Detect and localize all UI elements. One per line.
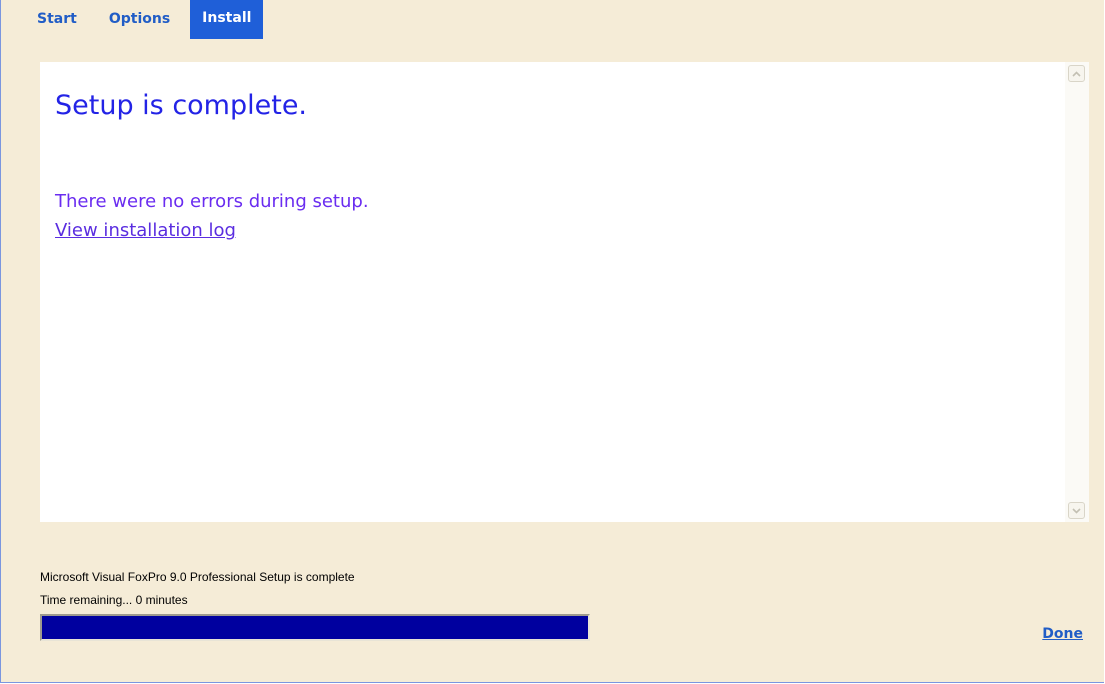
no-errors-message: There were no errors during setup. <box>55 191 369 212</box>
tab-options[interactable]: Options <box>97 0 182 40</box>
scroll-down-arrow-icon <box>1072 507 1081 514</box>
scroll-up-button[interactable] <box>1068 65 1085 82</box>
done-link[interactable]: Done <box>1042 626 1083 642</box>
scroll-down-button[interactable] <box>1068 502 1085 519</box>
status-text: Microsoft Visual FoxPro 9.0 Professional… <box>40 570 355 584</box>
content-panel: Setup is complete. There were no errors … <box>40 62 1089 522</box>
scroll-up-arrow-icon <box>1072 70 1081 77</box>
tab-bar: Start Options Install <box>25 0 271 40</box>
time-remaining-text: Time remaining... 0 minutes <box>40 593 188 607</box>
setup-window: Start Options Install Setup is complete.… <box>0 0 1104 683</box>
page-title: Setup is complete. <box>55 90 308 121</box>
vertical-scrollbar[interactable] <box>1065 62 1089 522</box>
result-message-block: There were no errors during setup. View … <box>55 187 369 245</box>
view-log-link[interactable]: View installation log <box>55 220 236 241</box>
progress-bar-fill <box>42 616 588 639</box>
tab-install[interactable]: Install <box>190 0 264 39</box>
progress-bar <box>40 614 590 641</box>
tab-start[interactable]: Start <box>25 0 89 40</box>
